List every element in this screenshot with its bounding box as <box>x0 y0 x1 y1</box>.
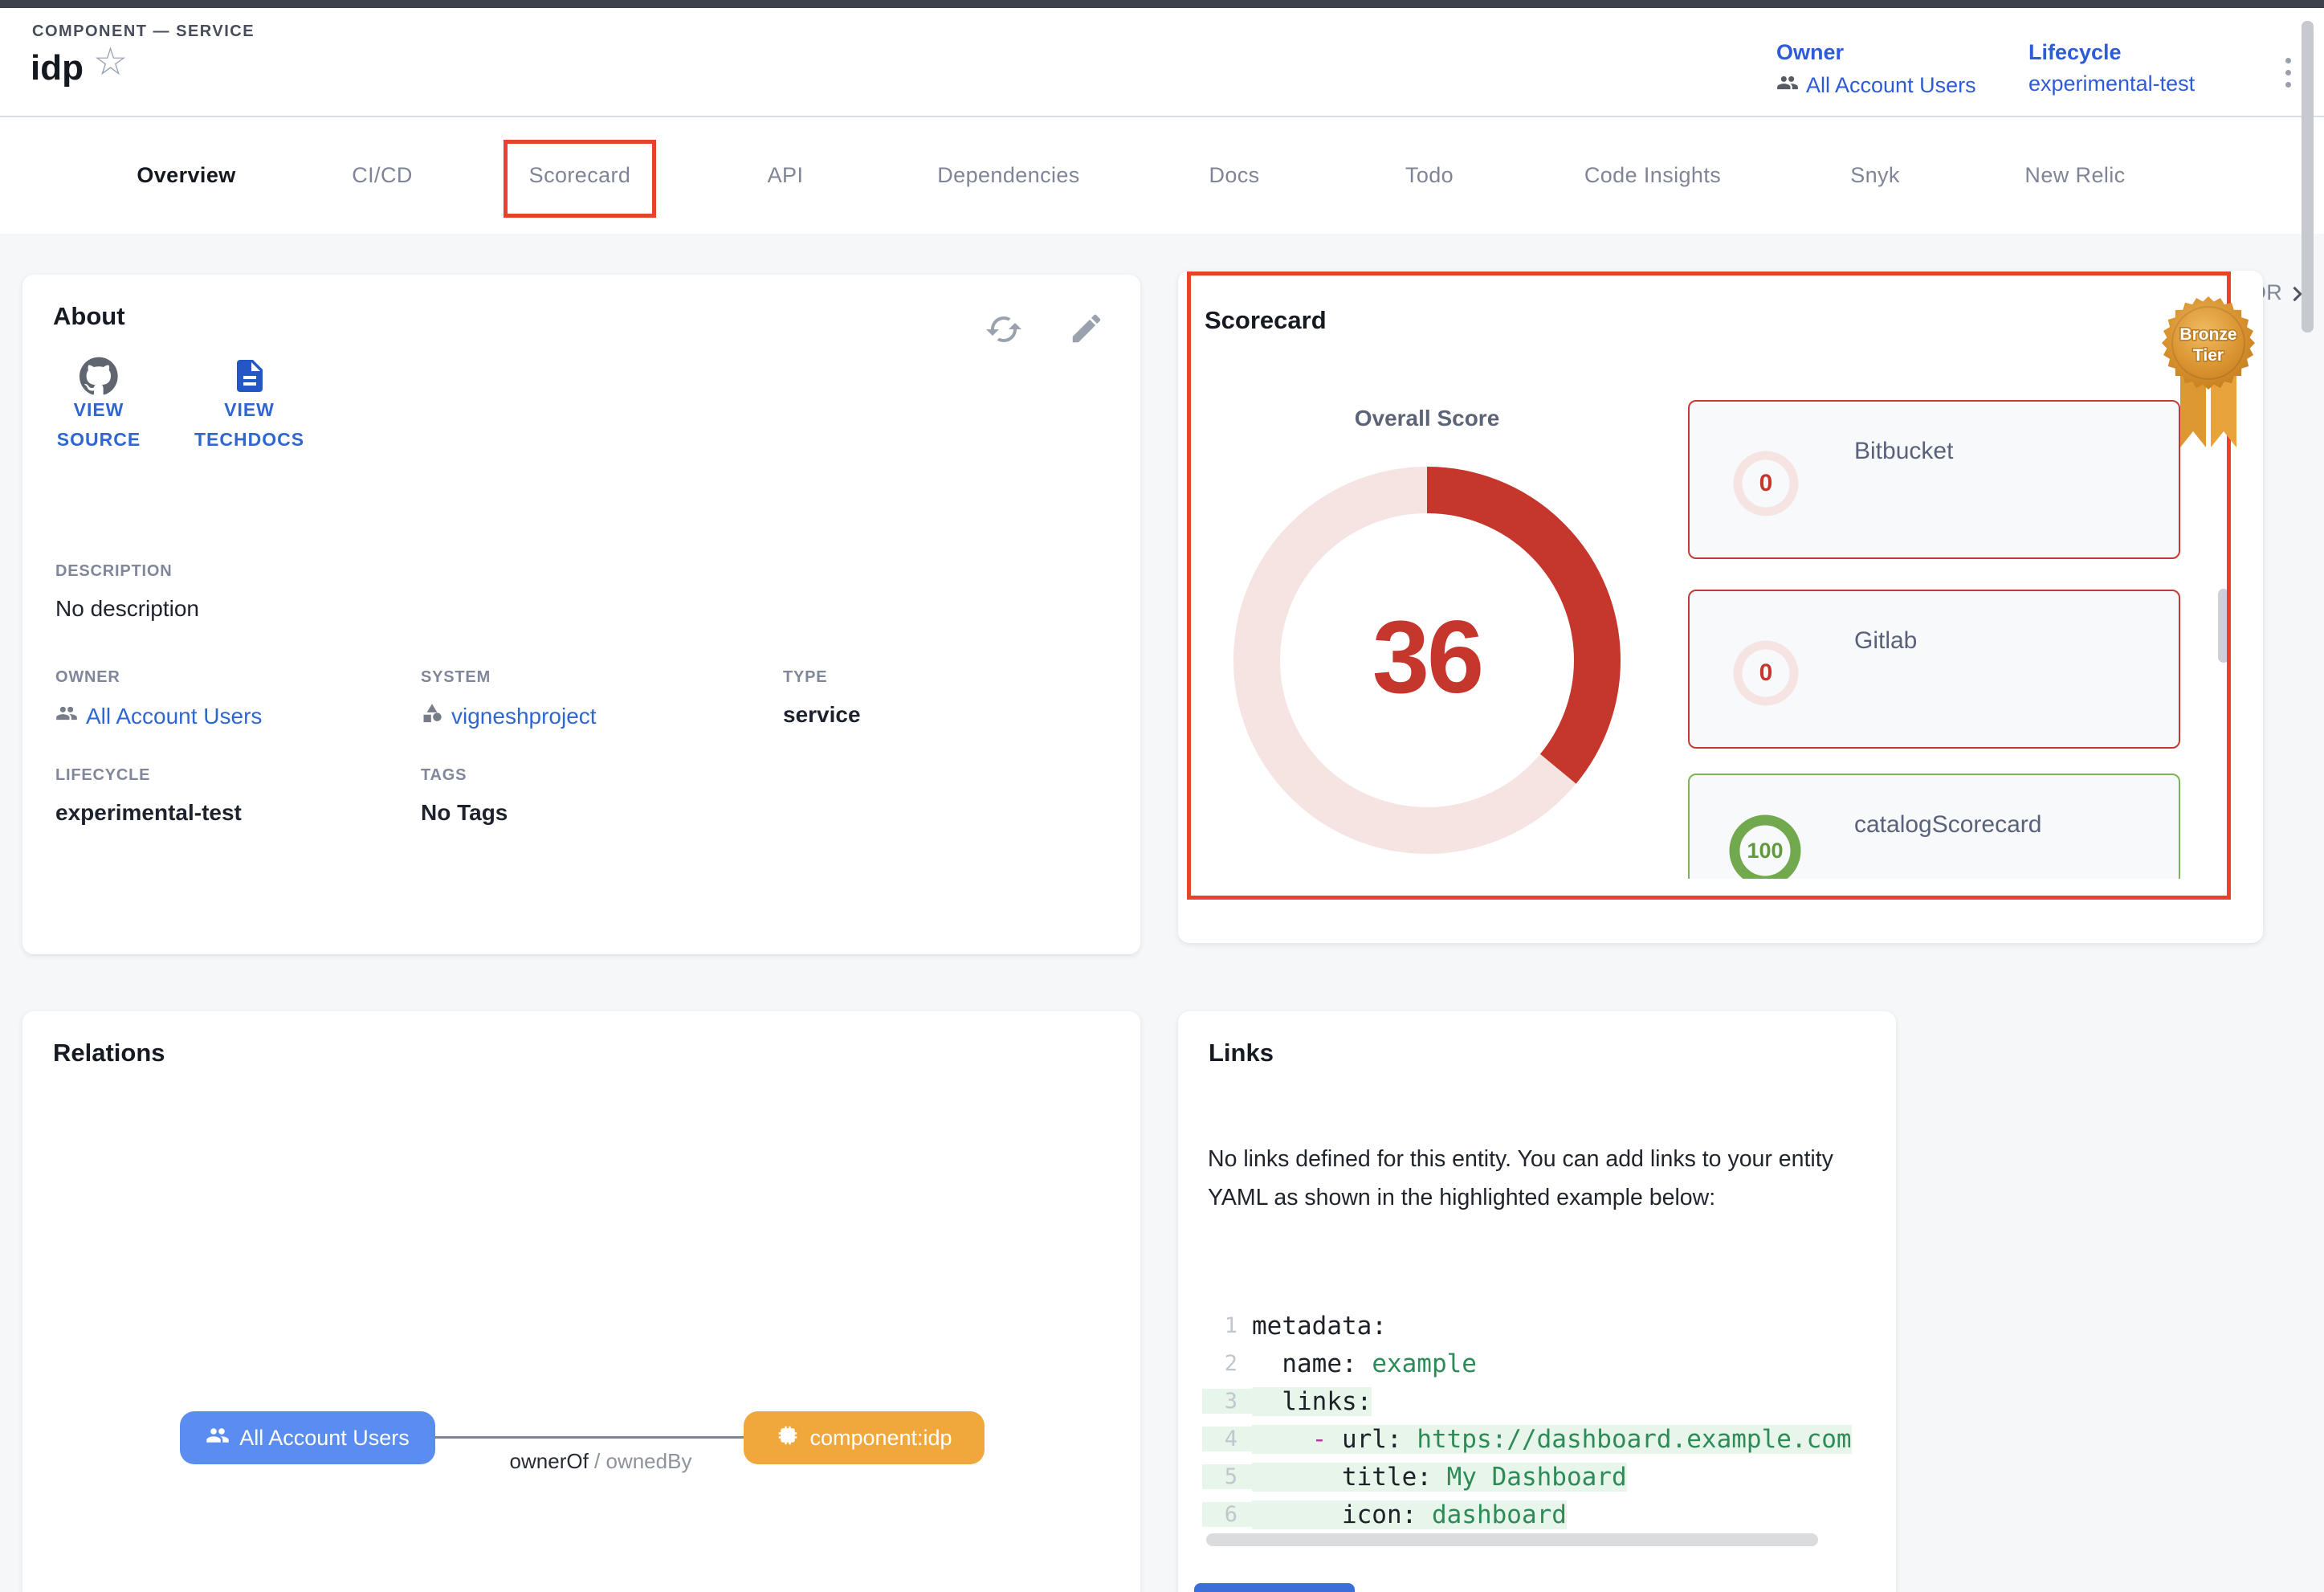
tab-code-insights[interactable]: Code Insights <box>1584 117 1721 234</box>
about-title: About <box>53 302 125 331</box>
svg-text:Bronze: Bronze <box>2179 325 2236 344</box>
tab-todo[interactable]: Todo <box>1405 117 1454 234</box>
relation-edge-label: ownerOf / ownedBy <box>472 1449 729 1474</box>
links-empty-text: No links defined for this entity. You ca… <box>1208 1140 1882 1217</box>
tab-docs[interactable]: Docs <box>1209 117 1259 234</box>
tab-dependencies[interactable]: Dependencies <box>937 117 1079 234</box>
edit-icon[interactable] <box>1068 310 1105 351</box>
field-value-lifecycle: experimental-test <box>55 800 242 826</box>
code-line-6: 6 icon: dashboard <box>1202 1496 1871 1533</box>
scorecard-card: Scorecard Overall Score 36 0 Bitbucket 0… <box>1178 271 2263 943</box>
lifecycle-block: Lifecycle experimental-test <box>2028 40 2195 96</box>
app-window: COMPONENT — SERVICE idp ☆ Owner All Acco… <box>0 0 2324 1592</box>
tab-overview[interactable]: Overview <box>137 117 235 234</box>
svg-text:Tier: Tier <box>2193 346 2224 365</box>
links-card: Links No links defined for this entity. … <box>1178 1011 1896 1592</box>
code-line-3: 3 links: <box>1202 1382 1871 1420</box>
github-icon <box>47 347 151 395</box>
field-value-system[interactable]: vigneshproject <box>421 702 597 730</box>
field-label-tags: TAGS <box>421 766 467 785</box>
field-value-owner[interactable]: All Account Users <box>55 702 262 730</box>
system-icon <box>421 702 443 730</box>
page-scrollbar[interactable] <box>2302 21 2314 333</box>
owner-label: Owner <box>1776 40 1976 65</box>
breadcrumb: COMPONENT — SERVICE <box>32 22 255 41</box>
bronze-tier-badge: Bronze Tier <box>2159 293 2257 451</box>
relation-target-label: component:idp <box>809 1426 952 1451</box>
favorite-star-icon[interactable]: ☆ <box>93 43 128 82</box>
field-label-lifecycle: LIFECYCLE <box>55 766 150 785</box>
code-line-2: 2 name: example <box>1202 1345 1871 1382</box>
field-label-system: SYSTEM <box>421 668 491 687</box>
field-value-description: No description <box>55 596 199 622</box>
code-line-1: 1metadata: <box>1202 1307 1871 1345</box>
browser-top-bar <box>0 0 2324 8</box>
memory-chip-icon <box>776 1423 800 1453</box>
about-card: About VIEWSOURCE VIEWTECHDOCS DESCRIPTION… <box>22 275 1140 954</box>
field-label-description: DESCRIPTION <box>55 562 172 581</box>
owner-block: Owner All Account Users <box>1776 40 1976 100</box>
code-line-5: 5 title: My Dashboard <box>1202 1458 1871 1496</box>
refresh-icon[interactable] <box>985 310 1023 353</box>
annotation-box-scorecard-card <box>1187 271 2231 900</box>
field-value-tags: No Tags <box>421 800 508 826</box>
page-title: idp <box>31 48 84 88</box>
code-line-4: 4 - url: https://dashboard.example.com <box>1202 1420 1871 1458</box>
quick-link-view-source[interactable]: VIEWSOURCE <box>47 347 151 455</box>
relations-title: Relations <box>53 1039 165 1067</box>
relations-card: Relations All Account Users component:id… <box>22 1011 1140 1592</box>
more-options-kebab-icon[interactable] <box>2285 58 2291 88</box>
tab-snyk[interactable]: Snyk <box>1850 117 1900 234</box>
people-icon <box>1776 71 1799 100</box>
tab-api[interactable]: API <box>768 117 804 234</box>
owner-value: All Account Users <box>1806 73 1976 98</box>
people-icon <box>206 1423 230 1453</box>
techdocs-icon <box>179 347 320 395</box>
quick-link-view-techdocs[interactable]: VIEWTECHDOCS <box>179 347 320 455</box>
annotation-box-scorecard-tab <box>504 140 656 218</box>
field-value-type: service <box>783 702 861 728</box>
links-action-button[interactable] <box>1194 1583 1355 1592</box>
field-label-type: TYPE <box>783 668 827 687</box>
code-horizontal-scrollbar[interactable] <box>1206 1533 1818 1546</box>
yaml-code-block: 1metadata:2 name: example3 links:4 - url… <box>1202 1307 1871 1533</box>
tab-new-relic[interactable]: New Relic <box>2024 117 2125 234</box>
people-icon <box>55 702 78 730</box>
lifecycle-label: Lifecycle <box>2028 40 2195 65</box>
field-label-owner: OWNER <box>55 668 120 687</box>
relation-edge-line <box>435 1436 744 1439</box>
relation-source-label: All Account Users <box>239 1426 410 1451</box>
links-title: Links <box>1209 1039 1274 1067</box>
owner-link[interactable]: All Account Users <box>1776 71 1976 100</box>
relation-node-component-chip[interactable]: component:idp <box>744 1411 985 1464</box>
entity-header: COMPONENT — SERVICE idp ☆ Owner All Acco… <box>0 8 2324 117</box>
entity-tabs: OverviewCI/CDScorecardAPIDependenciesDoc… <box>0 117 2324 234</box>
lifecycle-value[interactable]: experimental-test <box>2028 71 2195 96</box>
relation-node-owner-chip[interactable]: All Account Users <box>180 1411 435 1464</box>
tab-ci-cd[interactable]: CI/CD <box>352 117 413 234</box>
